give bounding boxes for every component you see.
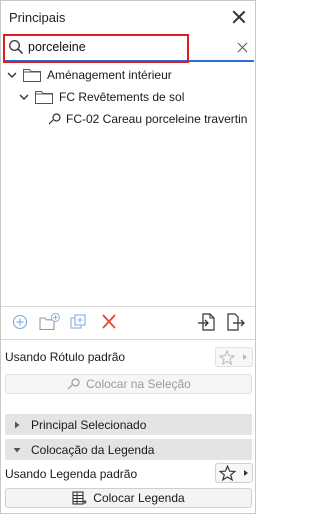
- add-icon[interactable]: [10, 313, 30, 331]
- search-icon: [8, 39, 24, 55]
- chevron-right-icon: [243, 470, 248, 476]
- section-label: Colocação da Legenda: [31, 442, 155, 457]
- tree-item-label: FC Revêtements de sol: [59, 90, 185, 104]
- place-legend-button[interactable]: Colocar Legenda: [5, 488, 252, 508]
- folder-icon: [23, 69, 41, 82]
- label-pin-icon: [67, 378, 80, 390]
- chevron-right-icon: [15, 421, 20, 428]
- new-folder-icon[interactable]: [39, 313, 61, 331]
- panel-header: Principais: [1, 1, 255, 33]
- chevron-down-icon: [13, 447, 21, 452]
- delete-icon[interactable]: [99, 313, 119, 331]
- export-icon[interactable]: [226, 313, 246, 331]
- section-colocacao-legenda[interactable]: Colocação da Legenda: [5, 439, 252, 460]
- tree-item-amenagement[interactable]: Aménagement intérieur: [7, 64, 172, 86]
- search-bar: [3, 34, 254, 62]
- chevron-down-icon[interactable]: [19, 92, 29, 102]
- star-icon: [218, 465, 236, 481]
- place-on-selection-label: Colocar na Seleção: [86, 377, 191, 391]
- section-principal-selecionado[interactable]: Principal Selecionado: [5, 414, 252, 435]
- star-icon: [219, 349, 235, 365]
- legend-table-icon: [72, 491, 87, 505]
- place-legend-label: Colocar Legenda: [93, 491, 185, 505]
- import-icon[interactable]: [197, 313, 217, 331]
- chevron-right-icon: [243, 354, 247, 360]
- search-input[interactable]: [28, 40, 218, 54]
- tree-item-revetements[interactable]: FC Revêtements de sol: [19, 86, 184, 108]
- clear-search-icon[interactable]: [237, 42, 248, 53]
- folder-icon: [35, 91, 53, 104]
- tree-item-label: Aménagement intérieur: [47, 68, 172, 82]
- default-label-text: Usando Rótulo padrão: [5, 350, 126, 364]
- place-on-selection-button[interactable]: Colocar na Seleção: [5, 374, 252, 394]
- principais-panel: Principais Aménagement intérieur: [0, 0, 256, 514]
- close-icon[interactable]: [231, 9, 247, 25]
- default-legend-text: Usando Legenda padrão: [5, 467, 138, 481]
- divider: [1, 339, 255, 340]
- panel-title: Principais: [9, 9, 66, 25]
- chevron-down-icon[interactable]: [7, 70, 17, 80]
- tree-toolbar: [1, 307, 255, 337]
- tree-item-fc02[interactable]: FC-02 Careau porceleine travertin: [48, 108, 247, 130]
- label-favorite-button[interactable]: [215, 347, 253, 367]
- tree-item-label: FC-02 Careau porceleine travertin: [66, 112, 248, 126]
- duplicate-icon[interactable]: [68, 313, 88, 331]
- section-label: Principal Selecionado: [31, 417, 147, 432]
- legend-favorite-button[interactable]: [215, 463, 253, 483]
- label-pin-icon: [48, 113, 61, 125]
